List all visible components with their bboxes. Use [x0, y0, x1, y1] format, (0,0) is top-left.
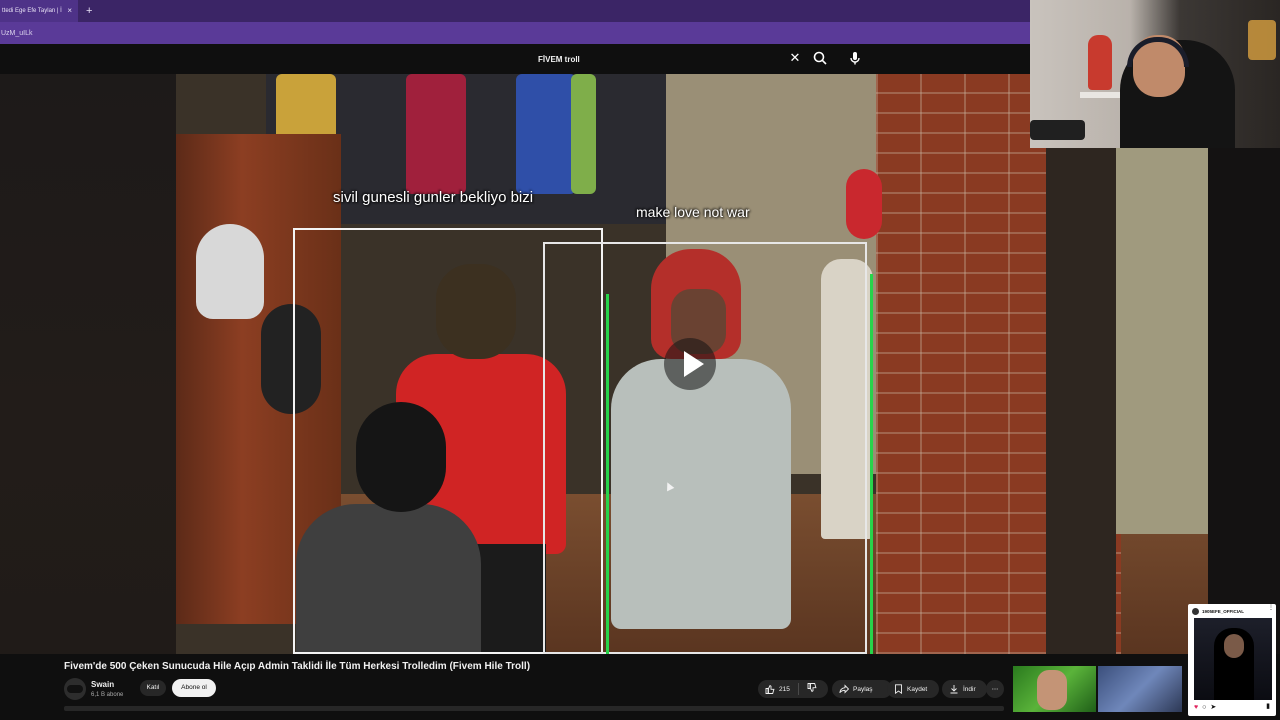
video-letterbox — [0, 74, 176, 654]
instagram-actions: ♥ ○ ➤ ▮ — [1194, 702, 1274, 712]
share-button[interactable]: Paylaş — [832, 680, 892, 698]
search-input[interactable]: FİVEM troll — [530, 48, 810, 70]
youtube-header: FİVEM troll ✕ — [0, 44, 1030, 74]
scene-pillar — [1046, 144, 1116, 654]
instagram-overlay: 1905EFE_OFFICIAL ⋮ ♥ ○ ➤ ▮ — [1188, 604, 1276, 716]
send-icon: ➤ — [1210, 704, 1217, 711]
heart-icon: ♥ — [1194, 703, 1199, 711]
thumbs-up-icon — [765, 684, 775, 694]
instagram-photo — [1194, 618, 1272, 700]
thumbnail-face — [1037, 670, 1067, 710]
related-video-thumbnail[interactable] — [1013, 666, 1096, 712]
esp-health-bar — [606, 294, 609, 654]
tab-close-icon[interactable]: × — [67, 6, 72, 15]
instagram-avatar — [1192, 608, 1199, 615]
instagram-header: 1905EFE_OFFICIAL — [1192, 606, 1272, 617]
scene-shirt — [516, 74, 576, 194]
video-frame: sivil gunesli gunler bekliyo bizi make l… — [176, 74, 1208, 654]
like-dislike-group: 215 — [758, 680, 828, 698]
mic-icon[interactable] — [847, 50, 863, 66]
more-actions-button[interactable]: ⋯ — [986, 680, 1004, 698]
search-icon[interactable] — [812, 50, 828, 66]
scene-cap — [196, 224, 264, 319]
scene-shirt — [571, 74, 596, 194]
video-meta: Fivem'de 500 Çeken Sunucuda Hile Açıp Ad… — [0, 654, 1280, 720]
subscriber-count: 6,1 B abone — [91, 692, 124, 698]
play-icon — [684, 351, 704, 377]
save-label: Kaydet — [907, 685, 928, 693]
screen: ttedi Ege Efe Taylan | İ × + UzM_uILk Fİ… — [0, 0, 1280, 720]
bookmark-icon: ▮ — [1266, 703, 1270, 710]
download-button[interactable]: İndir — [942, 680, 987, 698]
download-label: İndir — [963, 685, 976, 693]
save-button[interactable]: Kaydet — [887, 680, 939, 698]
subscribe-button[interactable]: Abone ol — [172, 679, 216, 697]
new-tab-button[interactable]: + — [86, 5, 92, 17]
scene-shirt — [406, 74, 466, 194]
esp-health-bar — [870, 274, 873, 654]
webcam-overlay — [1030, 0, 1280, 148]
url-text: UzM_uILk — [1, 29, 33, 37]
address-bar[interactable]: UzM_uILk — [0, 22, 1030, 44]
share-icon — [839, 684, 849, 694]
avatar[interactable] — [64, 678, 86, 700]
webcam-mic — [1030, 120, 1085, 140]
progress-bar[interactable] — [64, 706, 1004, 711]
search-query: FİVEM troll — [538, 54, 580, 64]
download-icon — [950, 685, 958, 694]
webcam-lamp — [1248, 20, 1276, 60]
like-button[interactable]: 215 — [765, 684, 790, 694]
browser-tab-bar: ttedi Ege Efe Taylan | İ × + — [0, 0, 1030, 22]
instagram-account-name: 1905EFE_OFFICIAL — [1202, 609, 1245, 614]
related-video-thumbnail[interactable] — [1098, 666, 1182, 712]
channel-name[interactable]: Swain — [91, 680, 114, 689]
comment-icon: ○ — [1202, 703, 1207, 711]
esp-box — [543, 242, 867, 654]
like-count: 215 — [779, 685, 790, 693]
scene-sign — [846, 169, 882, 239]
bookmark-icon — [895, 684, 902, 694]
browser-tab[interactable]: ttedi Ege Efe Taylan | İ × — [0, 0, 78, 22]
thumbs-down-icon — [807, 683, 817, 693]
instagram-photo-face — [1224, 634, 1244, 658]
instagram-more-icon: ⋮ — [1268, 605, 1274, 611]
dislike-button[interactable] — [807, 683, 817, 695]
avatar-image — [67, 685, 83, 693]
divider — [797, 683, 799, 695]
tab-title: ttedi Ege Efe Taylan | İ — [2, 8, 62, 14]
close-icon[interactable]: ✕ — [787, 50, 803, 66]
webcam-figure — [1088, 35, 1112, 90]
join-button[interactable]: Katıl — [140, 680, 166, 696]
video-player[interactable]: sivil gunesli gunler bekliyo bizi make l… — [0, 74, 1280, 654]
video-caption: make love not war — [636, 204, 750, 220]
scene-right-wall — [1116, 144, 1208, 534]
video-title: Fivem'de 500 Çeken Sunucuda Hile Açıp Ad… — [64, 661, 531, 672]
share-label: Paylaş — [853, 685, 873, 693]
video-caption: sivil gunesli gunler bekliyo bizi — [333, 189, 534, 206]
play-button[interactable] — [664, 338, 716, 390]
